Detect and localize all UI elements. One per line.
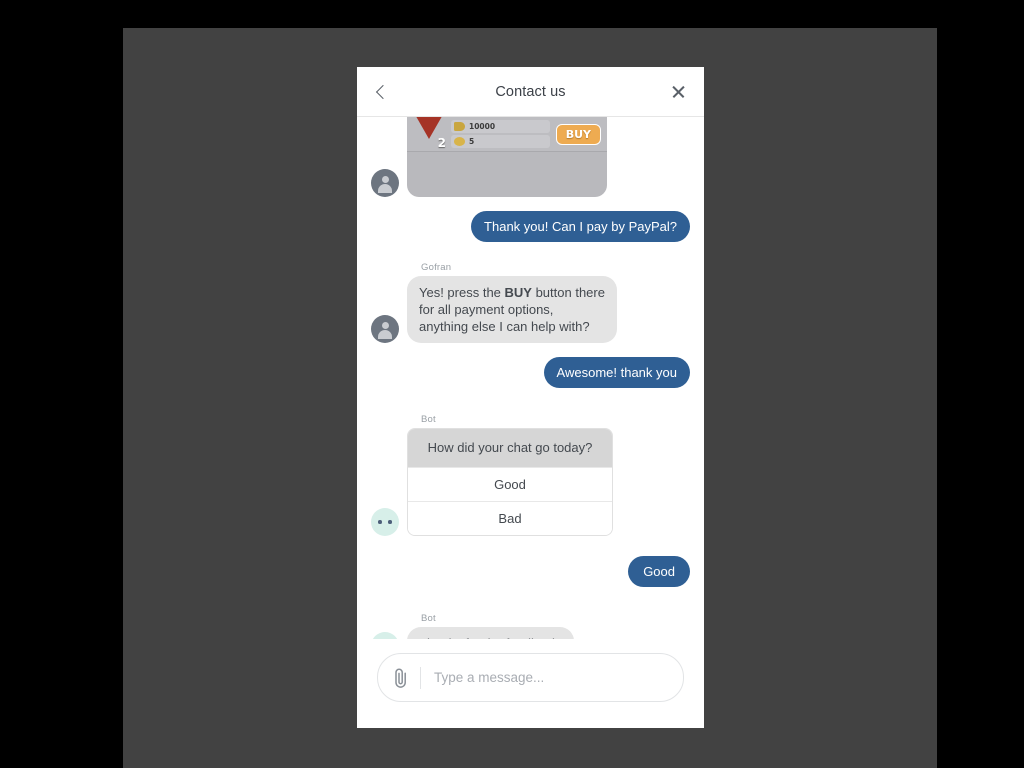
cost-list: 10000 5 [451,120,550,148]
message-image-attachment: 2 10000 5 BUY [371,117,690,197]
close-icon [671,84,686,99]
coin-icon [454,137,465,146]
answer-line1-bold: BUY [504,285,532,300]
message-survey: How did your chat go today? Good Bad [371,428,690,536]
message-bubble: Yes! press the BUY button there for all … [407,276,617,343]
answer-line1-post: button there [531,285,605,300]
person-icon [381,176,389,183]
bot-eye-right-icon [388,520,392,524]
bot-eye-left-icon [378,520,382,524]
shield-icon: 2 [411,117,447,151]
message-bubble: Good [628,556,690,587]
avatar-bot [371,508,399,536]
cost-secondary-value: 5 [469,137,475,146]
message-list[interactable]: 2 10000 5 BUY Thank you! Can I pay by Pa… [357,117,704,639]
survey-card: How did your chat go today? Good Bad [407,428,613,536]
message-agent-answer-group: Gofran Yes! press the BUY button there f… [371,262,690,343]
composer [377,653,684,702]
sender-name: Bot [421,414,436,425]
message-awesome: Awesome! thank you [371,357,690,388]
chevron-left-icon [375,84,391,99]
avatar-agent [371,315,399,343]
message-paypal-question: Thank you! Can I pay by PayPal? [371,211,690,242]
cost-row-primary: 10000 [451,120,550,133]
game-purchase-strip: 2 10000 5 BUY [407,117,607,152]
avatar-bot [371,632,399,639]
chat-widget: Contact us 2 10000 5 BUY Thank you! Can … [357,67,704,728]
message-input[interactable] [432,669,669,686]
person-icon [381,322,389,329]
chat-header: Contact us [357,67,704,117]
buy-button[interactable]: BUY [555,123,601,145]
attached-image[interactable]: 2 10000 5 BUY [407,117,607,197]
sender-name: Bot [421,613,436,624]
cost-primary-value: 10000 [469,122,496,131]
page-title: Contact us [495,83,566,100]
sender-name: Gofran [421,262,452,273]
message-bubble: Awesome! thank you [543,357,690,388]
message-feedback-thanks-group: Bot Thanks for the feedback. [371,613,690,639]
paperclip-icon[interactable] [392,667,410,689]
composer-area [357,639,704,728]
cost-row-secondary: 5 [451,135,550,148]
answer-line1-pre: Yes! press the [419,285,505,300]
answer-line2: for all payment options, [419,302,554,317]
message-agent-answer: Yes! press the BUY button there for all … [371,276,690,343]
survey-option-good[interactable]: Good [408,467,612,501]
screenshot-root: Contact us 2 10000 5 BUY Thank you! Can … [0,0,1024,768]
survey-option-bad[interactable]: Bad [408,501,612,535]
message-bubble: Thanks for the feedback. [407,627,575,639]
message-feedback-thanks: Thanks for the feedback. [371,627,690,639]
message-bubble: Thank you! Can I pay by PayPal? [471,211,690,242]
message-survey-answer: Good [371,556,690,587]
back-button[interactable] [363,67,403,116]
close-button[interactable] [658,67,698,116]
survey-question: How did your chat go today? [408,429,612,467]
message-survey-group: Bot How did your chat go today? Good Bad [371,414,690,536]
avatar-agent [371,169,399,197]
answer-line3: anything else I can help with? [419,319,590,334]
level-badge: 2 [437,136,446,150]
composer-divider [420,666,421,689]
key-icon [454,122,465,131]
